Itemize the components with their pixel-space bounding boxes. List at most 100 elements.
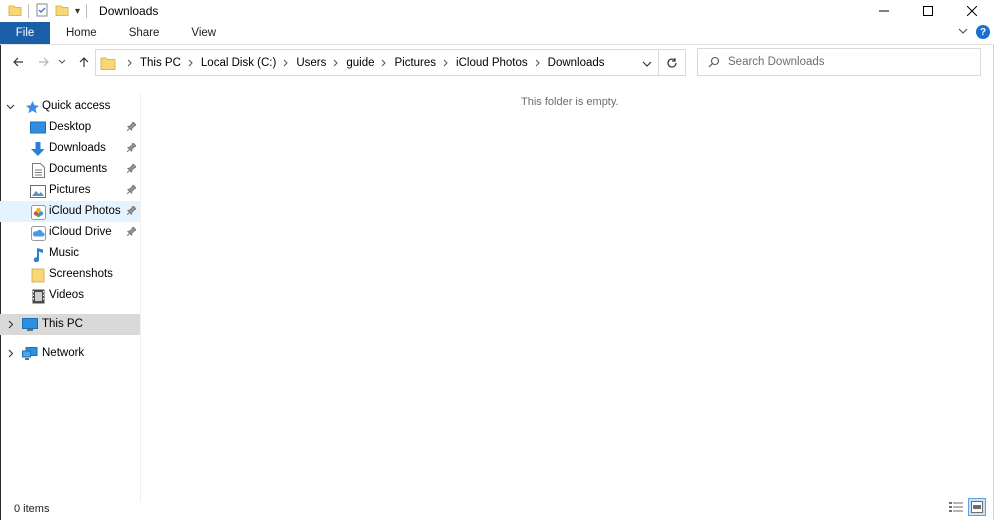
sidebar-item-label: Pictures bbox=[49, 184, 91, 196]
sidebar-item-network[interactable]: Network bbox=[0, 343, 140, 364]
folder-icon bbox=[100, 56, 116, 70]
up-button[interactable] bbox=[73, 51, 95, 73]
breadcrumb-pictures[interactable]: Pictures bbox=[392, 57, 438, 69]
documents-icon bbox=[30, 162, 46, 178]
arrow-up-icon bbox=[79, 57, 89, 67]
icloud-photos-icon bbox=[30, 204, 46, 220]
breadcrumb-separator[interactable] bbox=[438, 59, 454, 67]
arrow-left-icon bbox=[13, 57, 23, 67]
navigation-pane: Quick access Desktop Downloads Documents… bbox=[0, 92, 140, 492]
computer-icon bbox=[22, 317, 38, 333]
view-toggle bbox=[947, 498, 986, 516]
recent-locations-button[interactable] bbox=[55, 51, 69, 73]
window-controls bbox=[862, 0, 994, 22]
videos-icon bbox=[30, 288, 46, 304]
breadcrumb-separator[interactable] bbox=[328, 59, 344, 67]
forward-button[interactable] bbox=[33, 51, 55, 73]
sidebar-item-music[interactable]: Music bbox=[0, 243, 140, 264]
breadcrumb-separator[interactable] bbox=[122, 59, 138, 67]
expand-ribbon-button[interactable] bbox=[958, 25, 968, 39]
quick-access-toolbar: ▾ bbox=[0, 0, 93, 22]
tab-file[interactable]: File bbox=[0, 22, 50, 44]
window-title: Downloads bbox=[99, 4, 159, 18]
music-note-icon bbox=[30, 246, 46, 262]
folder-icon[interactable] bbox=[8, 3, 22, 20]
expand-chevron-right-icon[interactable] bbox=[5, 319, 15, 329]
sidebar-item-desktop[interactable]: Desktop bbox=[0, 117, 140, 138]
close-icon bbox=[967, 6, 977, 16]
refresh-button[interactable] bbox=[659, 49, 686, 76]
tab-share[interactable]: Share bbox=[113, 22, 176, 44]
sidebar-item-label: Network bbox=[42, 347, 85, 359]
desktop-icon bbox=[30, 120, 46, 136]
large-icons-view-button[interactable] bbox=[968, 498, 986, 516]
downloads-arrow-icon bbox=[30, 141, 46, 157]
sidebar-item-quick-access[interactable]: Quick access bbox=[0, 96, 140, 117]
empty-folder-message: This folder is empty. bbox=[521, 96, 619, 108]
sidebar-item-screenshots[interactable]: Screenshots bbox=[0, 264, 140, 285]
sidebar-item-label: Quick access bbox=[42, 100, 111, 112]
address-bar[interactable]: This PC Local Disk (C:) Users guide Pict… bbox=[95, 49, 659, 76]
breadcrumb-guide[interactable]: guide bbox=[344, 57, 376, 69]
sidebar-item-documents[interactable]: Documents bbox=[0, 159, 140, 180]
breadcrumb-separator[interactable] bbox=[278, 59, 294, 67]
chevron-down-icon bbox=[58, 59, 66, 64]
breadcrumb-icloud-photos[interactable]: iCloud Photos bbox=[454, 57, 530, 69]
pin-icon[interactable] bbox=[126, 205, 137, 218]
navigation-bar: This PC Local Disk (C:) Users guide Pict… bbox=[0, 45, 994, 79]
sidebar-item-this-pc[interactable]: This PC bbox=[0, 314, 140, 335]
sidebar-item-downloads[interactable]: Downloads bbox=[0, 138, 140, 159]
minimize-button[interactable] bbox=[862, 0, 906, 22]
pin-icon[interactable] bbox=[126, 142, 137, 155]
tab-view[interactable]: View bbox=[175, 22, 232, 44]
back-button[interactable] bbox=[7, 51, 29, 73]
sidebar-item-icloud-photos[interactable]: iCloud Photos bbox=[0, 201, 140, 222]
network-icon bbox=[22, 346, 38, 362]
breadcrumb-users[interactable]: Users bbox=[294, 57, 328, 69]
breadcrumb-local-disk[interactable]: Local Disk (C:) bbox=[199, 57, 278, 69]
help-button[interactable]: ? bbox=[976, 25, 990, 39]
sidebar-item-label: Desktop bbox=[49, 121, 92, 133]
details-view-button[interactable] bbox=[947, 498, 965, 516]
address-history-dropdown[interactable] bbox=[642, 58, 652, 72]
sidebar-item-label: Documents bbox=[49, 163, 108, 175]
search-input[interactable] bbox=[728, 56, 968, 68]
refresh-icon bbox=[667, 57, 677, 68]
chevron-down-icon bbox=[958, 28, 968, 34]
sidebar-item-label: Music bbox=[49, 247, 80, 259]
pin-icon[interactable] bbox=[126, 121, 137, 134]
search-box[interactable] bbox=[697, 48, 981, 76]
pictures-icon bbox=[30, 183, 46, 199]
expand-chevron-down-icon[interactable] bbox=[5, 101, 15, 111]
file-list-area[interactable]: This folder is empty. bbox=[141, 80, 994, 500]
customize-toolbar-dropdown[interactable]: ▾ bbox=[75, 6, 80, 17]
toolbar-separator bbox=[28, 4, 29, 18]
pin-icon[interactable] bbox=[126, 163, 137, 176]
sidebar-item-label: iCloud Drive bbox=[49, 226, 112, 238]
sidebar-item-label: iCloud Photos bbox=[49, 205, 121, 217]
breadcrumb-downloads[interactable]: Downloads bbox=[546, 57, 607, 69]
close-button[interactable] bbox=[950, 0, 994, 22]
breadcrumb-separator[interactable] bbox=[376, 59, 392, 67]
sidebar-item-pictures[interactable]: Pictures bbox=[0, 180, 140, 201]
pin-icon[interactable] bbox=[126, 226, 137, 239]
large-icons-view-icon bbox=[971, 501, 983, 513]
sidebar-item-videos[interactable]: Videos bbox=[0, 285, 140, 306]
star-icon bbox=[24, 99, 40, 115]
sidebar-item-icloud-drive[interactable]: iCloud Drive bbox=[0, 222, 140, 243]
maximize-button[interactable] bbox=[906, 0, 950, 22]
minimize-icon bbox=[879, 10, 889, 12]
pin-icon[interactable] bbox=[126, 184, 137, 197]
maximize-icon bbox=[923, 6, 933, 16]
expand-chevron-right-icon[interactable] bbox=[5, 348, 15, 358]
breadcrumb-separator[interactable] bbox=[530, 59, 546, 67]
folder-icon bbox=[30, 267, 46, 283]
details-view-icon bbox=[949, 502, 963, 512]
ribbon-right-controls: ? bbox=[958, 25, 990, 39]
properties-icon[interactable] bbox=[35, 3, 49, 20]
item-count: 0 items bbox=[14, 503, 50, 515]
breadcrumb-this-pc[interactable]: This PC bbox=[138, 57, 183, 69]
new-folder-icon[interactable] bbox=[55, 3, 69, 20]
breadcrumb-separator[interactable] bbox=[183, 59, 199, 67]
tab-home[interactable]: Home bbox=[50, 22, 113, 44]
